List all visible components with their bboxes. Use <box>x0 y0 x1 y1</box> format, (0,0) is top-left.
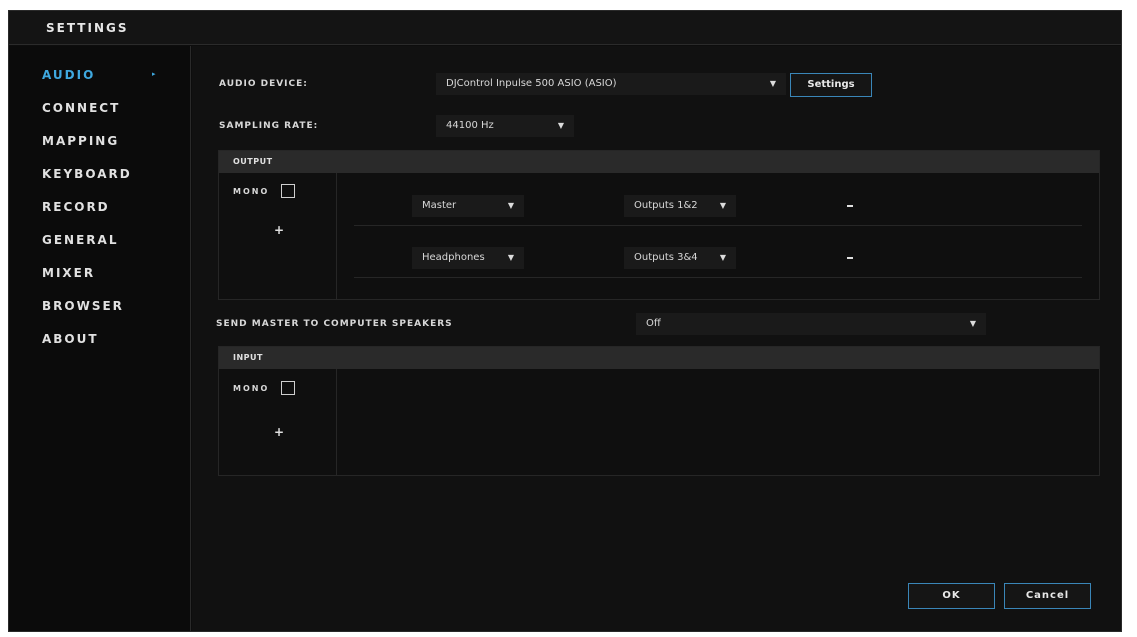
dropdown-arrow-icon: ▼ <box>719 201 726 210</box>
sidebar-item-mapping[interactable]: MAPPING <box>42 134 172 152</box>
output-routing-dropdown-master[interactable]: Outputs 1&2 ▼ <box>624 195 736 217</box>
sidebar-item-browser[interactable]: BROWSER <box>42 299 172 317</box>
input-panel-title: INPUT <box>233 353 263 362</box>
audio-settings-panel: AUDIO DEVICE: DJControl Inpulse 500 ASIO… <box>192 46 1121 631</box>
send-master-dropdown[interactable]: Off ▼ <box>636 313 986 335</box>
input-mono-checkbox[interactable] <box>281 381 295 395</box>
sampling-rate-dropdown[interactable]: 44100 Hz ▼ <box>436 115 574 137</box>
dropdown-arrow-icon: ▼ <box>969 319 976 328</box>
dropdown-arrow-icon: ▼ <box>719 253 726 262</box>
output-panel-title: OUTPUT <box>233 157 273 166</box>
sidebar-item-label: BROWSER <box>42 299 124 313</box>
sampling-rate-label: SAMPLING RATE: <box>219 121 319 131</box>
input-mono-label: MONO <box>233 384 270 393</box>
dropdown-arrow-icon: ▼ <box>769 79 776 88</box>
panel-divider <box>336 173 337 299</box>
output-mono-label: MONO <box>233 187 270 196</box>
sidebar-item-general[interactable]: GENERAL <box>42 233 172 251</box>
sidebar-item-audio[interactable]: AUDIO ▸ <box>42 68 172 86</box>
output-channel-value: Master <box>422 200 457 211</box>
sidebar-item-keyboard[interactable]: KEYBOARD <box>42 167 172 185</box>
input-panel-header: INPUT <box>219 347 1099 369</box>
output-routing-value: Outputs 1&2 <box>634 200 698 211</box>
add-input-icon[interactable]: + <box>274 425 284 439</box>
sidebar-item-label: KEYBOARD <box>42 167 132 181</box>
sidebar-item-label: RECORD <box>42 200 110 214</box>
audio-device-dropdown[interactable]: DJControl Inpulse 500 ASIO (ASIO) ▼ <box>436 73 786 95</box>
sidebar-item-record[interactable]: RECORD <box>42 200 172 218</box>
window-title: SETTINGS <box>46 21 129 35</box>
title-bar: SETTINGS <box>9 11 1121 45</box>
output-routing-value: Outputs 3&4 <box>634 252 698 263</box>
row-divider <box>354 277 1082 278</box>
output-mono-checkbox[interactable] <box>281 184 295 198</box>
sidebar-item-connect[interactable]: CONNECT <box>42 101 172 119</box>
sidebar: AUDIO ▸ CONNECT MAPPING KEYBOARD RECORD … <box>9 46 191 631</box>
output-panel: OUTPUT MONO + Master ▼ Outputs 1&2 ▼ Hea… <box>218 150 1100 300</box>
dropdown-arrow-icon: ▼ <box>557 121 564 130</box>
audio-device-value: DJControl Inpulse 500 ASIO (ASIO) <box>446 78 617 89</box>
output-channel-dropdown-master[interactable]: Master ▼ <box>412 195 524 217</box>
sidebar-item-mixer[interactable]: MIXER <box>42 266 172 284</box>
audio-device-label: AUDIO DEVICE: <box>219 79 308 89</box>
row-divider <box>354 225 1082 226</box>
dropdown-arrow-icon: ▼ <box>507 201 514 210</box>
sidebar-item-label: ABOUT <box>42 332 99 346</box>
remove-output-icon[interactable] <box>845 201 855 211</box>
sidebar-item-label: GENERAL <box>42 233 119 247</box>
dropdown-arrow-icon: ▼ <box>507 253 514 262</box>
sidebar-item-label: AUDIO <box>42 68 96 82</box>
sidebar-item-label: CONNECT <box>42 101 121 115</box>
send-master-label: SEND MASTER TO COMPUTER SPEAKERS <box>216 319 453 329</box>
add-output-icon[interactable]: + <box>274 223 284 237</box>
output-channel-dropdown-headphones[interactable]: Headphones ▼ <box>412 247 524 269</box>
device-settings-button[interactable]: Settings <box>790 73 872 97</box>
ok-button[interactable]: OK <box>908 583 995 609</box>
settings-window: SETTINGS AUDIO ▸ CONNECT MAPPING KEYBOAR… <box>8 10 1122 632</box>
cancel-button[interactable]: Cancel <box>1004 583 1091 609</box>
output-routing-dropdown-headphones[interactable]: Outputs 3&4 ▼ <box>624 247 736 269</box>
output-channel-value: Headphones <box>422 252 485 263</box>
panel-divider <box>336 369 337 475</box>
sampling-rate-value: 44100 Hz <box>446 120 494 131</box>
input-panel: INPUT MONO + <box>218 346 1100 476</box>
sidebar-item-about[interactable]: ABOUT <box>42 332 172 350</box>
send-master-value: Off <box>646 318 661 329</box>
output-panel-header: OUTPUT <box>219 151 1099 173</box>
sidebar-item-label: MIXER <box>42 266 96 280</box>
arrow-right-icon: ▸ <box>152 70 158 78</box>
sidebar-item-label: MAPPING <box>42 134 120 148</box>
remove-output-icon[interactable] <box>845 253 855 263</box>
